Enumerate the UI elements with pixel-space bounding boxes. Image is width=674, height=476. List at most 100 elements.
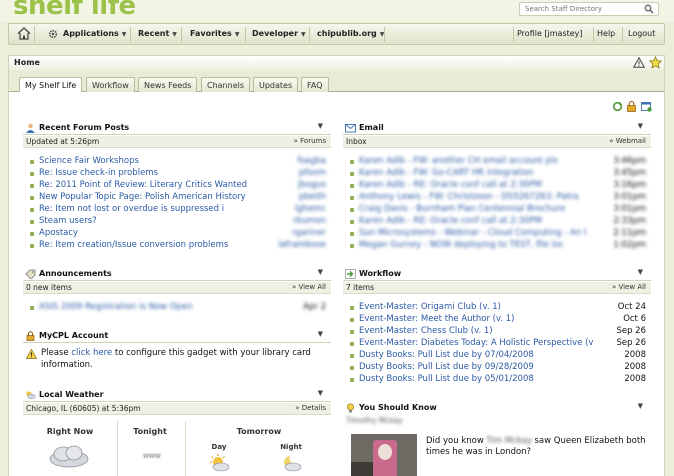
gadget-menu-icon[interactable]: ▼ bbox=[638, 402, 643, 410]
account-lock-icon bbox=[26, 331, 35, 341]
tab-updates[interactable]: Updates bbox=[253, 77, 299, 92]
night-cloud-weather-icon bbox=[284, 456, 302, 472]
bullet-icon bbox=[30, 184, 34, 188]
logout-link[interactable]: Logout bbox=[628, 29, 655, 38]
photo-detail bbox=[351, 462, 373, 476]
forum-updated-time: Updated at 5:26pm bbox=[26, 137, 100, 146]
list-item[interactable]: Re: Item creation/Issue conversion probl… bbox=[23, 240, 331, 252]
weather-divider bbox=[117, 421, 118, 476]
list-item[interactable]: Megan Gurney - NOW deploying to TEST, fi… bbox=[343, 240, 651, 252]
list-item[interactable]: New Popular Topic Page: Polish American … bbox=[23, 192, 331, 204]
list-item[interactable]: Dusty Books: Pull List due by 09/28/2009… bbox=[343, 362, 651, 374]
weather-gadget: Local Weather ▼ Chicago, IL (60605) at 5… bbox=[23, 389, 331, 476]
gadget-subheader: 7 items » View All bbox=[343, 282, 651, 294]
gadget-title: Announcements bbox=[39, 269, 112, 278]
nav-divider bbox=[593, 27, 594, 42]
search-input[interactable] bbox=[520, 3, 638, 15]
nav-applications[interactable]: Applications ▼ bbox=[63, 29, 126, 38]
list-item[interactable]: ASIS 2009 Registration is Now Open Apr 2 bbox=[23, 302, 331, 314]
list-item[interactable]: Craig Davis - Burnham Plan Centennial Br… bbox=[343, 204, 651, 216]
list-item[interactable]: Karen Adib - RE: Oracle conf call at 2:3… bbox=[343, 180, 651, 192]
nav-developer[interactable]: Developer ▼ bbox=[252, 29, 306, 38]
weather-day-label: Day bbox=[211, 443, 227, 451]
shelf-life-logo[interactable]: shelf life bbox=[13, 0, 136, 21]
gadget-menu-icon[interactable]: ▼ bbox=[638, 122, 643, 130]
lock-icon[interactable] bbox=[626, 101, 637, 112]
weather-icon bbox=[26, 391, 36, 400]
main-navbar: Applications ▼ Recent ▼ Favorites ▼ Develop… bbox=[8, 23, 665, 45]
configure-link[interactable]: click here bbox=[71, 348, 112, 358]
tab-channels[interactable]: Channels bbox=[201, 77, 251, 92]
gadget-menu-icon[interactable]: ▼ bbox=[318, 330, 323, 338]
fun-fact-text: Did you know Tim Mckay saw Queen Elizabe… bbox=[426, 436, 646, 457]
webmail-link[interactable]: » Webmail bbox=[609, 137, 646, 145]
list-item[interactable]: Science Fair Workshops fsagba bbox=[23, 156, 331, 168]
alert-icon[interactable] bbox=[633, 57, 645, 68]
sun-cloud-weather-icon bbox=[210, 454, 230, 472]
nav-favorites[interactable]: Favorites ▼ bbox=[190, 29, 239, 38]
help-link[interactable]: Help bbox=[597, 29, 615, 38]
list-item[interactable]: Steam users? rbumon bbox=[23, 216, 331, 228]
announcements-view-all-link[interactable]: » View All bbox=[292, 283, 326, 291]
list-item[interactable]: Event-Master: Meet the Author (v. 1) Oct … bbox=[343, 314, 651, 326]
list-item[interactable]: Dusty Books: Pull List due by 05/01/2008… bbox=[343, 374, 651, 386]
list-item[interactable]: Sun Microsystems - Webinar - Cloud Compu… bbox=[343, 228, 651, 240]
gadget-menu-icon[interactable]: ▼ bbox=[318, 122, 323, 130]
tab-faq[interactable]: FAQ bbox=[301, 77, 329, 92]
list-item[interactable]: Anthony Lewis - FW: Christoson - DS52672… bbox=[343, 192, 651, 204]
list-item[interactable]: Karen Adib - FW: another CH email accoun… bbox=[343, 156, 651, 168]
tab-news-feeds[interactable]: News Feeds bbox=[138, 77, 198, 92]
list-item[interactable]: Karen Adib - RE: Oracle conf call at 2:3… bbox=[343, 216, 651, 228]
bullet-icon bbox=[30, 306, 34, 310]
staff-photo bbox=[351, 434, 417, 476]
list-item[interactable]: Event-Master: Chess Club (v. 1) Sep 26 bbox=[343, 326, 651, 338]
list-item[interactable]: Re: Item not lost or overdue is suppress… bbox=[23, 204, 331, 216]
chevron-down-icon: ▼ bbox=[234, 31, 240, 38]
chevron-down-icon: ▼ bbox=[121, 31, 127, 38]
refresh-icon[interactable] bbox=[612, 101, 623, 112]
photo-detail bbox=[378, 444, 392, 460]
gadget-header: You Should Know ▼ bbox=[343, 402, 651, 415]
home-icon bbox=[17, 27, 31, 40]
list-item[interactable]: Re: Issue check-in problems pfoom bbox=[23, 168, 331, 180]
search-box[interactable] bbox=[519, 2, 659, 16]
tab-strip: My Shelf Life Workflow News Feeds Channe… bbox=[8, 70, 665, 93]
gadget-menu-icon[interactable]: ▼ bbox=[318, 268, 323, 276]
weather-location: Chicago, IL (60605) at 5:36pm bbox=[26, 404, 141, 413]
nav-chipublib[interactable]: chipublib.org ▼ bbox=[317, 29, 384, 38]
email-folder: Inbox bbox=[346, 137, 367, 146]
add-window-icon[interactable] bbox=[641, 101, 652, 112]
star-icon[interactable] bbox=[649, 56, 662, 69]
bullet-icon bbox=[350, 172, 354, 176]
gadget-menu-icon[interactable]: ▼ bbox=[318, 389, 323, 397]
gadget-menu-icon[interactable]: ▼ bbox=[638, 268, 643, 276]
nav-divider bbox=[245, 27, 246, 42]
search-icon[interactable] bbox=[644, 4, 654, 14]
gadget-title: MyCPL Account bbox=[39, 331, 109, 340]
nav-recent[interactable]: Recent ▼ bbox=[138, 29, 177, 38]
workflow-view-all-link[interactable]: » View All bbox=[612, 283, 646, 291]
list-item[interactable]: Dusty Books: Pull List due by 07/04/2008… bbox=[343, 350, 651, 362]
bullet-icon bbox=[350, 318, 354, 322]
forums-link[interactable]: » Forums bbox=[294, 137, 326, 145]
bullet-icon bbox=[350, 196, 354, 200]
tab-my-shelf-life[interactable]: My Shelf Life bbox=[19, 77, 83, 93]
page-title: Home bbox=[14, 58, 40, 67]
cloudy-weather-icon bbox=[49, 445, 89, 468]
profile-link[interactable]: Profile [jmastey] bbox=[517, 29, 583, 38]
list-item[interactable]: Karen Adib - FW: Go-CART HR integration 3… bbox=[343, 168, 651, 180]
gadget-header: Workflow ▼ bbox=[343, 268, 651, 281]
bullet-icon bbox=[350, 366, 354, 370]
bullet-icon bbox=[350, 208, 354, 212]
tab-workflow[interactable]: Workflow bbox=[86, 77, 135, 92]
gadget-title: Local Weather bbox=[39, 390, 104, 399]
weather-details-link[interactable]: » Details bbox=[295, 404, 326, 412]
nav-divider bbox=[181, 27, 182, 42]
list-item[interactable]: Re: 2011 Point of Review: Literary Criti… bbox=[23, 180, 331, 192]
home-button[interactable] bbox=[13, 26, 35, 42]
list-item[interactable]: Event-Master: Origami Club (v. 1) Oct 24 bbox=[343, 302, 651, 314]
gadget-subheader: Updated at 5:26pm » Forums bbox=[23, 136, 331, 148]
list-item[interactable]: Event-Master: Diabetes Today: A Holistic… bbox=[343, 338, 651, 350]
chevron-down-icon: ▼ bbox=[172, 31, 177, 38]
list-item[interactable]: Apostacy rgariner bbox=[23, 228, 331, 240]
